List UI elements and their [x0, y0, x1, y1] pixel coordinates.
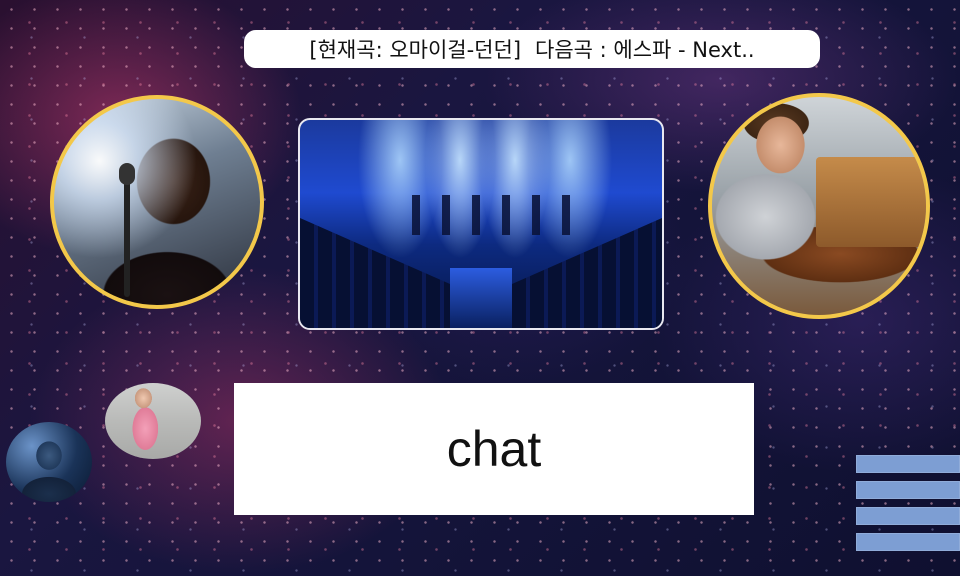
- concert-stage-image[interactable]: [298, 118, 664, 330]
- chat-button[interactable]: chat: [234, 383, 754, 515]
- menu-bar: [856, 455, 960, 473]
- current-song-label: [현재곡: 오마이걸-던던]: [309, 38, 522, 62]
- small-mic-image[interactable]: [6, 422, 92, 502]
- microphone-stand: [119, 163, 135, 297]
- now-playing-banner: [현재곡: 오마이걸-던던] 다음곡 : 에스파 - Next..: [244, 30, 820, 68]
- aisle: [450, 268, 512, 328]
- app-stage: [현재곡: 오마이걸-던던] 다음곡 : 에스파 - Next.. chat: [0, 0, 960, 576]
- small-guitar-image[interactable]: [105, 383, 201, 459]
- piano: [816, 157, 926, 247]
- menu-icon[interactable]: [856, 455, 960, 551]
- menu-bar: [856, 481, 960, 499]
- band-silhouettes: [390, 195, 572, 235]
- menu-bar: [856, 507, 960, 525]
- menu-bar: [856, 533, 960, 551]
- next-song-label: 다음곡 : 에스파 - Next..: [535, 38, 755, 62]
- guitarist-image[interactable]: [708, 93, 930, 319]
- singer-left-image[interactable]: [50, 95, 264, 309]
